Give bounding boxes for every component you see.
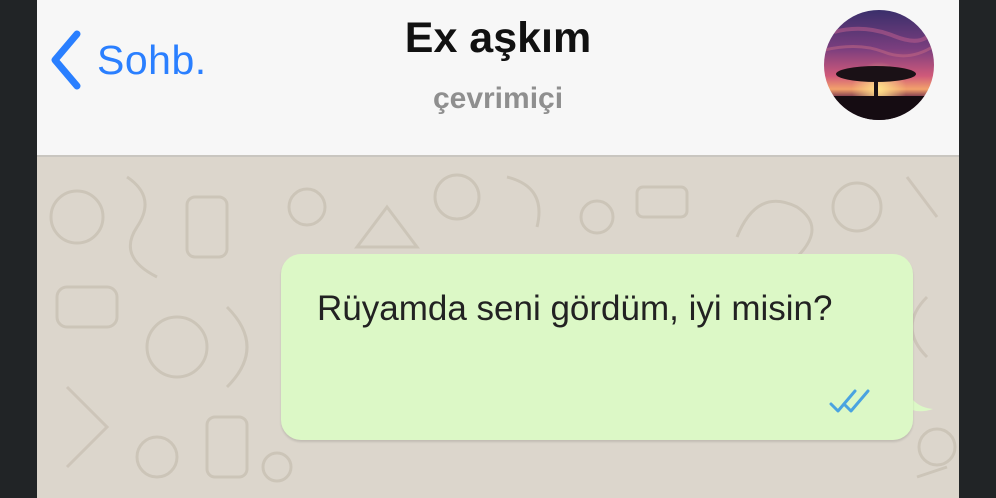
- chat-area: Rüyamda seni gördüm, iyi misin?: [37, 157, 959, 498]
- message-text: Rüyamda seni gördüm, iyi misin?: [317, 289, 833, 328]
- chat-header: Sohb. Ex aşkım çevrimiçi: [37, 0, 959, 157]
- chat-screen: Sohb. Ex aşkım çevrimiçi Rüyamda seni gö…: [37, 0, 959, 498]
- double-check-icon: [829, 389, 870, 413]
- outgoing-message-bubble[interactable]: Rüyamda seni gördüm, iyi misin?: [281, 254, 913, 440]
- contact-status: çevrimiçi: [432, 82, 564, 115]
- contact-name[interactable]: Ex aşkım: [37, 14, 959, 63]
- contact-avatar[interactable]: [824, 10, 934, 120]
